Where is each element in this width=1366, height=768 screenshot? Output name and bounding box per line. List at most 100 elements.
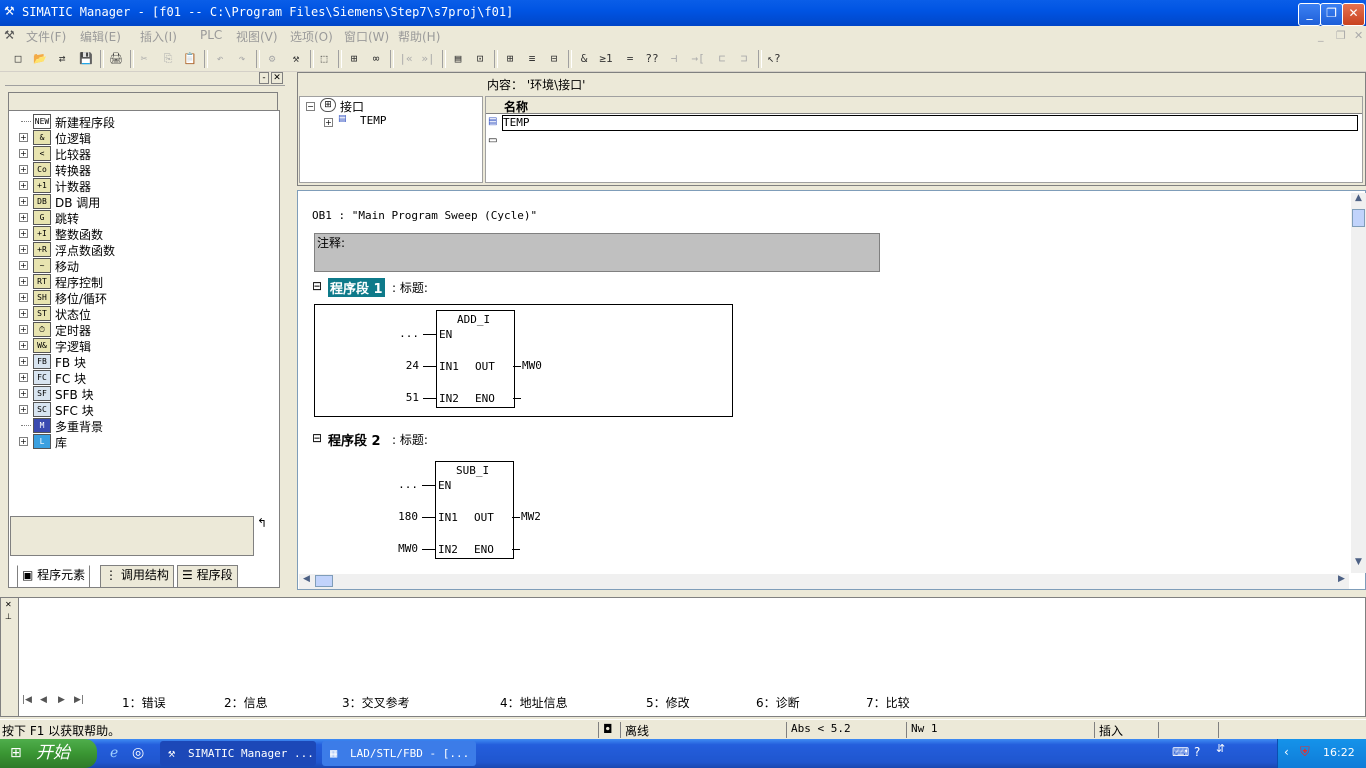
catalog-icon[interactable]: ≡ — [522, 49, 542, 69]
menu-plc[interactable]: PLC — [200, 28, 222, 42]
task-lad-stl-fbd[interactable]: ▦ LAD/STL/FBD - [... — [322, 741, 476, 766]
n1-in1-operand[interactable]: 24 — [397, 359, 419, 372]
help-pointer-icon[interactable]: ↖? — [764, 49, 784, 69]
n2-en-operand[interactable]: ... — [390, 478, 418, 491]
mdi-minimize-icon[interactable]: _ — [1318, 29, 1324, 42]
menu-edit[interactable]: 编辑(E) — [80, 28, 121, 45]
output-tab-info[interactable]: 2：信息 — [224, 694, 268, 711]
horizontal-scrollbar[interactable]: ◀ ▶ — [299, 574, 1349, 589]
menu-help[interactable]: 帮助(H) — [398, 28, 440, 45]
output-tab-address[interactable]: 4：地址信息 — [500, 694, 568, 711]
network-icon[interactable]: ⊞ — [344, 49, 364, 69]
network-2-label[interactable]: 程序段 2 — [328, 430, 381, 449]
redo-icon[interactable]: ↷ — [232, 49, 252, 69]
network-1-label[interactable]: 程序段 1 — [328, 278, 385, 297]
network-2-area[interactable]: SUB_I EN IN1 OUT IN2 ENO ... 180 MW0 MW2 — [314, 456, 733, 566]
glasses-icon[interactable]: ∞ — [366, 49, 386, 69]
expand-icon[interactable]: + — [19, 213, 28, 222]
network-1-area[interactable]: ADD_I EN IN1 OUT IN2 ENO ... 24 51 MW0 — [314, 304, 733, 417]
expand-icon[interactable]: + — [19, 133, 28, 142]
insert-network-icon[interactable]: ⊞ — [500, 49, 520, 69]
menu-file[interactable]: 文件(F) — [26, 28, 66, 45]
expand-icon[interactable]: + — [19, 309, 28, 318]
undo-icon[interactable]: ↶ — [210, 49, 230, 69]
n2-in1-operand[interactable]: 180 — [390, 510, 418, 523]
network-1-title[interactable]: : 标题: — [392, 279, 428, 296]
expand-icon[interactable]: + — [19, 357, 28, 366]
n1-in2-operand[interactable]: 51 — [397, 391, 419, 404]
tab-networks[interactable]: ☰ 程序段 — [177, 565, 238, 588]
expand-icon[interactable]: + — [19, 261, 28, 270]
minimize-button[interactable]: _ — [1298, 3, 1321, 26]
open-branch-icon[interactable]: ⊏ — [712, 49, 732, 69]
and-box-icon[interactable]: & — [574, 49, 594, 69]
browser-icon[interactable]: ◎ — [132, 745, 144, 761]
scroll-left-icon[interactable]: ◀ — [299, 574, 314, 589]
binary-input-icon[interactable]: ⊣ — [664, 49, 684, 69]
output-tab-diagnose[interactable]: 6：诊断 — [756, 694, 800, 711]
overview-icon[interactable]: ⬚ — [314, 49, 334, 69]
expand-icon[interactable]: + — [19, 293, 28, 302]
tree-temp[interactable]: TEMP — [360, 114, 387, 127]
info-toggle-icon[interactable]: ↰ — [257, 516, 275, 534]
expand-icon[interactable]: + — [19, 245, 28, 254]
new-icon[interactable]: □ — [8, 49, 28, 69]
col-name-header[interactable]: 名称 — [504, 98, 528, 115]
tray-expand-icon[interactable]: ‹ — [1284, 745, 1289, 759]
first-tab-icon[interactable]: |◀ — [22, 695, 32, 705]
expand-icon[interactable]: + — [19, 341, 28, 350]
next-tab-icon[interactable]: ▶ — [58, 695, 65, 705]
accessible-nodes-icon[interactable]: ⇄ — [52, 49, 72, 69]
row-temp[interactable]: TEMP — [502, 115, 1358, 131]
help-tray-icon[interactable]: ? — [1194, 745, 1200, 759]
interface-table[interactable]: 名称 ▤ TEMP ▭ — [485, 96, 1363, 183]
tab-call-structure[interactable]: ⋮ 调用结构 — [100, 565, 174, 588]
scroll-thumb[interactable] — [315, 575, 333, 587]
menu-insert[interactable]: 插入(I) — [140, 28, 177, 45]
output-tab-compare[interactable]: 7：比较 — [866, 694, 910, 711]
next-icon[interactable]: »| — [418, 49, 438, 69]
sub-i-box[interactable]: SUB_I EN IN1 OUT IN2 ENO — [435, 461, 514, 559]
add-i-box[interactable]: ADD_I EN IN1 OUT IN2 ENO — [436, 310, 515, 408]
block-comment[interactable]: 注释: — [314, 233, 880, 272]
tab-program-elements[interactable]: ▣ 程序元素 — [17, 565, 91, 588]
start-button[interactable]: ⊞ 开始 — [0, 739, 97, 768]
network-2-title[interactable]: : 标题: — [392, 431, 428, 448]
close-branch-icon[interactable]: ⊐ — [734, 49, 754, 69]
save-icon[interactable]: 💾 — [76, 49, 96, 69]
security-shield-icon[interactable]: ⛨ — [1300, 745, 1310, 760]
copy-icon[interactable]: ⎘ — [158, 49, 178, 69]
assign-box-icon[interactable]: = — [620, 49, 640, 69]
empty-box-icon[interactable]: ?? — [642, 49, 662, 69]
language-icon[interactable]: ⇵ — [1216, 742, 1225, 755]
interface-root[interactable]: 接口 — [340, 98, 364, 115]
n2-in2-operand[interactable]: MW0 — [390, 542, 418, 555]
prev-tab-icon[interactable]: ◀ — [40, 695, 47, 705]
keyboard-icon[interactable]: ⌨ — [1172, 745, 1189, 759]
expand-icon[interactable]: + — [19, 405, 28, 414]
collapse-icon[interactable]: − — [306, 102, 315, 111]
view-lad-icon[interactable]: ▤ — [448, 49, 468, 69]
expand-icon[interactable]: + — [19, 165, 28, 174]
n2-out-operand[interactable]: MW2 — [521, 510, 541, 523]
output-tab-modify[interactable]: 5：修改 — [646, 694, 690, 711]
mdi-close-icon[interactable]: ✕ — [1354, 29, 1363, 42]
close-panel-icon[interactable]: ✕ — [271, 72, 283, 84]
expand-icon[interactable]: + — [19, 149, 28, 158]
expand-icon[interactable]: + — [19, 229, 28, 238]
print-icon[interactable]: 🖨 — [106, 49, 126, 69]
expand-icon[interactable]: + — [19, 389, 28, 398]
expand-icon[interactable]: + — [19, 325, 28, 334]
connector-icon[interactable]: →[ — [688, 49, 708, 69]
download-icon[interactable]: ⚒ — [286, 49, 306, 69]
menu-view[interactable]: 视图(V) — [236, 28, 278, 45]
expand-icon[interactable]: + — [19, 277, 28, 286]
n1-out-operand[interactable]: MW0 — [522, 359, 542, 372]
pane-close-icon[interactable]: ✕ — [5, 600, 12, 609]
expand-icon[interactable]: + — [19, 373, 28, 382]
expand-icon[interactable]: + — [19, 197, 28, 206]
or-box-icon[interactable]: ≥1 — [596, 49, 616, 69]
vertical-scrollbar[interactable]: ▲ ▼ — [1351, 193, 1366, 573]
paste-icon[interactable]: 📋 — [180, 49, 200, 69]
output-tab-errors[interactable]: 1：错误 — [122, 694, 166, 711]
